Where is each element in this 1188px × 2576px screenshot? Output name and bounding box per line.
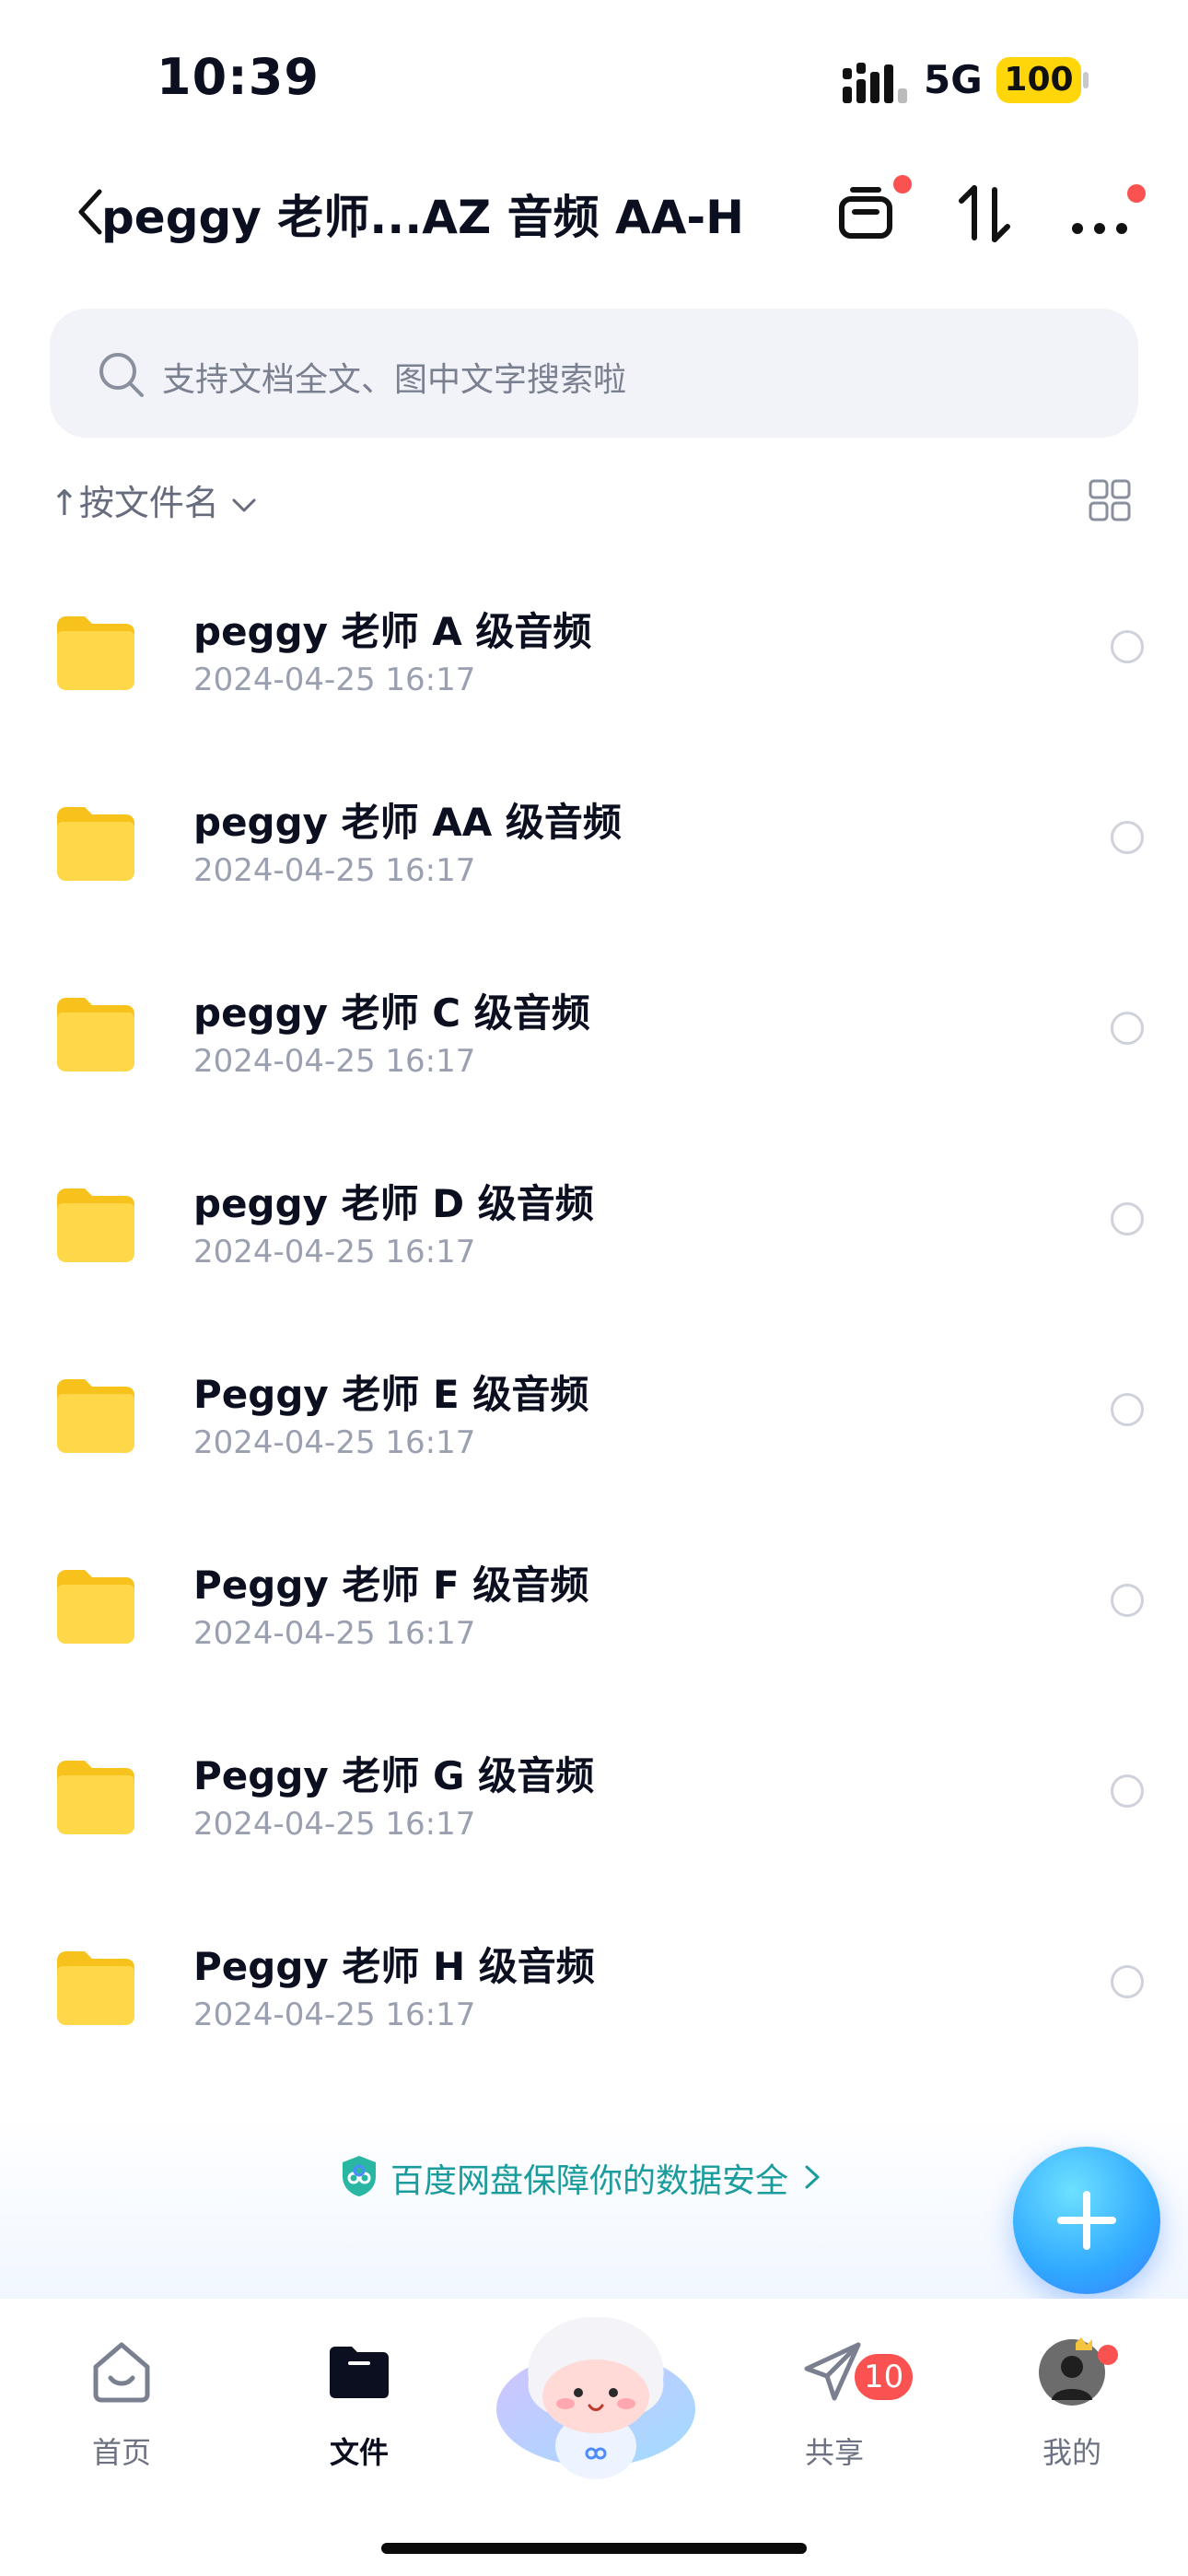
chevron-right-icon xyxy=(805,2165,820,2189)
battery-indicator: 100 xyxy=(996,57,1081,103)
select-checkbox[interactable] xyxy=(1111,1012,1144,1045)
file-name: peggy 老师 D 级音频 xyxy=(193,1181,594,1226)
file-date: 2024-04-25 16:17 xyxy=(193,1996,476,2033)
file-row[interactable]: Peggy 老师 F 级音频 2024-04-25 16:17 xyxy=(0,1525,1188,1715)
file-name: peggy 老师 C 级音频 xyxy=(193,990,590,1036)
select-checkbox[interactable] xyxy=(1111,1965,1144,1998)
security-text: 百度网盘保障你的数据安全 xyxy=(390,2162,789,2200)
file-date: 2024-04-25 16:17 xyxy=(193,1424,476,1461)
transfer-list-button[interactable] xyxy=(829,175,912,251)
more-dots-icon xyxy=(1072,223,1127,234)
file-name: Peggy 老师 E 级音频 xyxy=(193,1372,589,1417)
file-date: 2024-04-25 16:17 xyxy=(193,1043,476,1080)
select-checkbox[interactable] xyxy=(1111,1584,1144,1617)
mine-notification-dot xyxy=(1098,2345,1118,2365)
select-checkbox[interactable] xyxy=(1111,630,1144,663)
tab-label-mine: 我的 xyxy=(1042,2435,1101,2470)
notification-dot xyxy=(893,175,912,193)
file-date: 2024-04-25 16:17 xyxy=(193,662,476,698)
bottom-gradient xyxy=(0,2114,1188,2299)
search-placeholder: 支持文档全文、图中文字搜索啦 xyxy=(162,361,627,399)
chevron-down-icon xyxy=(232,498,256,511)
file-row[interactable]: Peggy 老师 E 级音频 2024-04-25 16:17 xyxy=(0,1334,1188,1525)
folder-icon xyxy=(57,807,134,881)
search-bar[interactable]: 支持文档全文、图中文字搜索啦 xyxy=(50,309,1138,438)
folder-icon xyxy=(330,2347,389,2398)
home-indicator xyxy=(381,2543,807,2554)
file-row[interactable]: peggy 老师 A 级音频 2024-04-25 16:17 xyxy=(0,571,1188,762)
sort-label: 按文件名 xyxy=(78,483,219,523)
page-title: peggy 老师...AZ 音频 AA-H xyxy=(101,191,745,244)
more-button[interactable] xyxy=(1065,177,1146,251)
file-date: 2024-04-25 16:17 xyxy=(193,852,476,889)
select-checkbox[interactable] xyxy=(1111,1393,1144,1426)
transfer-box-icon xyxy=(839,187,892,239)
sort-by-name-button[interactable]: ↑按文件名 xyxy=(50,474,258,525)
folder-icon xyxy=(57,1379,134,1453)
file-name: Peggy 老师 F 级音频 xyxy=(193,1563,589,1608)
folder-icon xyxy=(57,998,134,1071)
file-name: Peggy 老师 H 级音频 xyxy=(193,1944,595,1989)
tab-label-files: 文件 xyxy=(329,2435,389,2470)
battery-tip xyxy=(1083,72,1089,88)
tab-label-home: 首页 xyxy=(91,2435,151,2470)
sort-arrows-icon xyxy=(959,185,1010,242)
share-badge: 10 xyxy=(855,2354,914,2400)
sort-order-button[interactable] xyxy=(949,177,1022,251)
file-row[interactable]: Peggy 老师 G 级音频 2024-04-25 16:17 xyxy=(0,1715,1188,1906)
file-row[interactable]: Peggy 老师 H 级音频 2024-04-25 16:17 xyxy=(0,1906,1188,2097)
status-time: 10:39 xyxy=(157,48,320,106)
file-row[interactable]: peggy 老师 D 级音频 2024-04-25 16:17 xyxy=(0,1143,1188,1334)
home-icon xyxy=(93,2342,150,2403)
sort-up-arrow-icon: ↑ xyxy=(50,483,79,523)
select-checkbox[interactable] xyxy=(1111,821,1144,854)
folder-icon xyxy=(57,1761,134,1834)
file-name: peggy 老师 AA 级音频 xyxy=(193,800,622,845)
more-notification-dot xyxy=(1127,184,1146,203)
grid-view-icon[interactable] xyxy=(1087,477,1133,523)
file-row[interactable]: peggy 老师 AA 级音频 2024-04-25 16:17 xyxy=(0,762,1188,953)
search-icon xyxy=(99,353,144,397)
select-checkbox[interactable] xyxy=(1111,1202,1144,1235)
add-button[interactable] xyxy=(1013,2147,1160,2294)
folder-icon xyxy=(57,1951,134,2025)
file-name: peggy 老师 A 级音频 xyxy=(193,609,592,654)
tab-label-share: 共享 xyxy=(804,2435,864,2470)
shield-icon xyxy=(343,2156,376,2196)
plus-icon xyxy=(1057,2191,1116,2250)
select-checkbox[interactable] xyxy=(1111,1774,1144,1808)
status-bar: 10:39 5G 100 xyxy=(0,0,1188,157)
mascot-assistant-icon[interactable] xyxy=(495,2308,696,2483)
file-date: 2024-04-25 16:17 xyxy=(193,1806,476,1843)
folder-icon xyxy=(57,1188,134,1262)
folder-icon xyxy=(57,616,134,690)
file-row[interactable]: peggy 老师 C 级音频 2024-04-25 16:17 xyxy=(0,953,1188,1143)
network-type: 5G xyxy=(924,57,983,102)
signal-icon xyxy=(843,63,907,103)
nav-bar: peggy 老师...AZ 音频 AA-H xyxy=(0,157,1188,267)
file-date: 2024-04-25 16:17 xyxy=(193,1615,476,1652)
file-date: 2024-04-25 16:17 xyxy=(193,1234,476,1270)
avatar-icon xyxy=(1039,2337,1105,2406)
folder-icon xyxy=(57,1570,134,1644)
file-name: Peggy 老师 G 级音频 xyxy=(193,1753,595,1798)
